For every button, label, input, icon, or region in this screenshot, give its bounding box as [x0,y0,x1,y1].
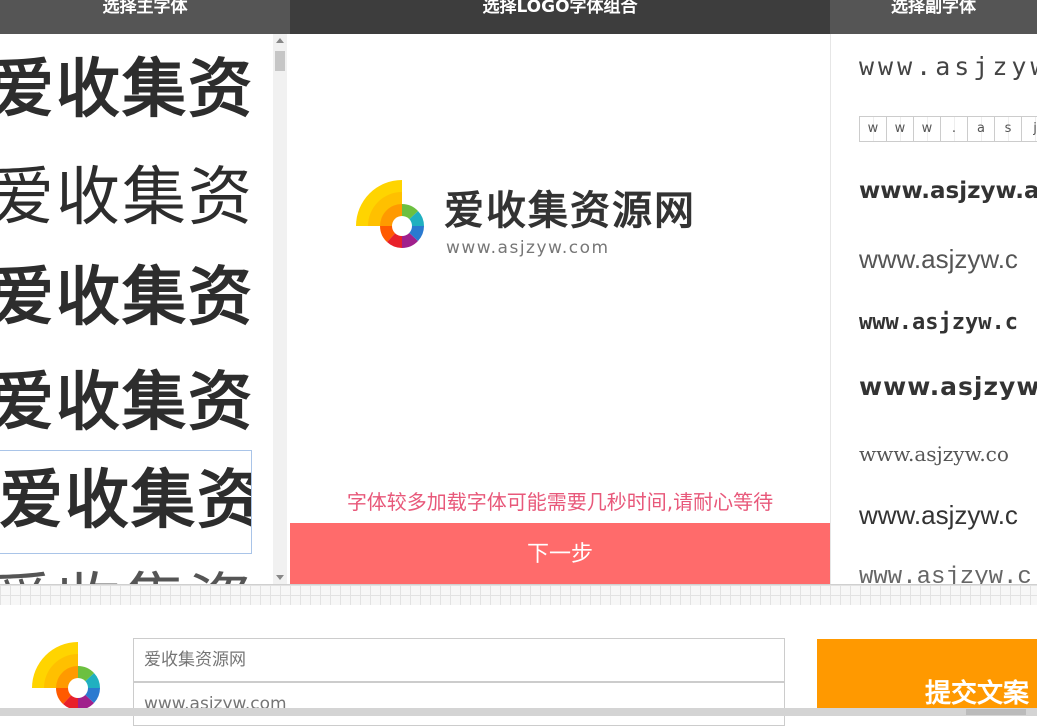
grid-char: w [913,116,941,142]
sub-font-option[interactable]: www.asjzyw.c [859,500,1018,531]
logo-preview-panel: 爱收集资源网 www.asjzyw.com 字体较多加载字体可能需要几秒时间,请… [290,34,830,584]
sub-font-option[interactable]: www.asjzyw.c [859,310,1018,335]
sub-font-option[interactable]: www.asjzyw.a [859,178,1037,204]
scroll-down-icon[interactable] [276,575,284,580]
main-font-option-selected[interactable]: 爱收集资 [0,450,252,554]
main-font-option[interactable]: 爱收集资 [0,248,252,348]
next-step-button[interactable]: 下一步 [290,523,830,584]
grid-char: j [1021,116,1037,142]
sub-font-list: www.asjzyw w w w . a s j www.asjzyw.a ww… [830,34,1037,584]
header-logo-combo-label: 选择LOGO字体组合 [482,0,638,17]
sub-font-option[interactable]: www.asjzyw.co [859,442,1009,466]
main-font-option[interactable]: 爱收集资 [0,554,252,584]
sub-font-option[interactable]: www.asjzyw.c [859,244,1018,275]
grid-char: a [967,116,995,142]
scroll-thumb[interactable] [275,51,285,71]
sub-font-option[interactable]: www.asjzyw [859,372,1037,401]
main-font-option[interactable]: 爱收集资源 [0,352,252,452]
sub-font-option[interactable]: www.asjzyw.c [859,564,1032,584]
grid-char: w [886,116,914,142]
header-sub-font-label: 选择副字体 [891,0,976,17]
main-font-option[interactable]: 爱收集资 [0,148,252,248]
url-input[interactable] [133,682,785,726]
grid-divider [0,584,1037,606]
grid-char: w [859,116,887,142]
header-sub-font: 选择副字体 [830,0,1037,34]
loading-notice: 字体较多加载字体可能需要几秒时间,请耐心等待 [346,490,774,514]
copy-form: 提交文案 [0,605,1037,726]
logo-url: www.asjzyw.com [446,238,610,258]
submit-copy-button[interactable]: 提交文案 [817,639,1037,713]
horizontal-scroll-thumb[interactable] [966,709,1026,715]
logo-wheel-icon [356,180,424,248]
main-font-scrollbar[interactable] [273,34,287,584]
horizontal-scrollbar[interactable] [0,708,1037,716]
header-main-font-label: 选择主字体 [102,0,188,17]
header-logo-combo: 选择LOGO字体组合 [290,0,830,34]
scroll-up-icon[interactable] [276,38,284,43]
brand-name-input[interactable] [133,638,785,682]
sub-font-option[interactable]: www.asjzyw [859,52,1037,81]
sub-font-option-grid[interactable]: w w w . a s j [859,116,1037,142]
main-font-list: 爱收集资 爱收集资 爱收集资 爱收集资源 爱收集资 爱收集资 [0,34,290,584]
grid-char: . [940,116,968,142]
header-main-font: 选择主字体 [0,0,290,34]
logo-brand-name: 爱收集资源网 [444,188,696,234]
main-font-option[interactable]: 爱收集资 [0,40,252,140]
grid-char: s [994,116,1022,142]
